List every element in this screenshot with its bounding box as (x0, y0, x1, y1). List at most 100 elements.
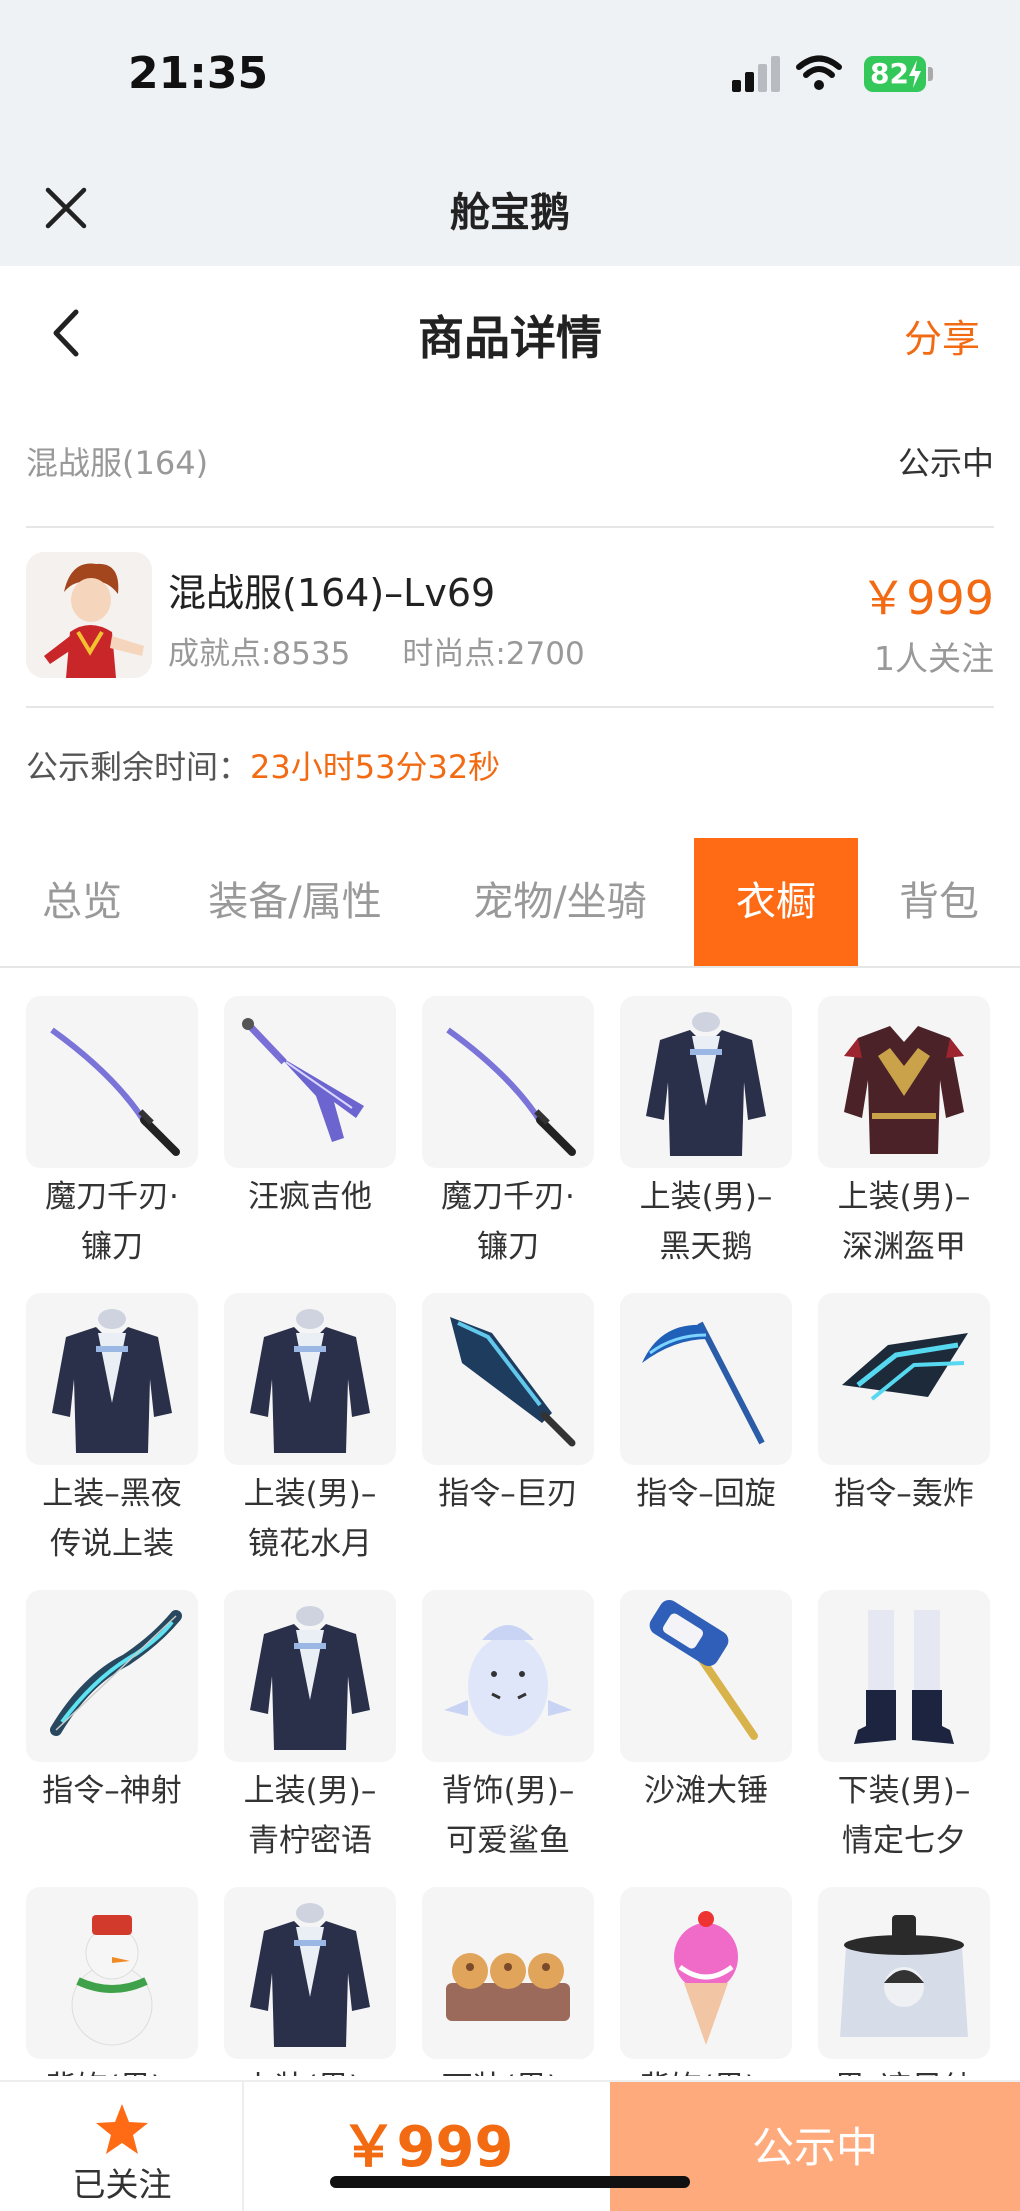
coat-icon (224, 1887, 396, 2059)
share-button[interactable]: 分享 (904, 308, 980, 363)
wardrobe-item-name: 上装(男)– (214, 2063, 406, 2076)
wardrobe-item[interactable]: 沙滩大锤 (620, 1590, 792, 1880)
divider (26, 526, 994, 528)
character-avatar (26, 552, 152, 678)
battery-tip (928, 67, 933, 81)
countdown: 公示剩余时间：23小时53分32秒 (26, 742, 500, 788)
drone-icon (818, 1293, 990, 1465)
katana-icon (422, 996, 594, 1168)
publicity-button[interactable]: 公示中 (610, 2082, 1020, 2211)
bottom-bar: 已关注 ￥999 公示中 (0, 2080, 1020, 2211)
battery-icon: 82 (864, 56, 926, 92)
fashion-points: 时尚点:2700 (402, 636, 585, 672)
wardrobe-item[interactable]: 上装(男)– 镜花水月 (224, 1293, 396, 1583)
wardrobe-item[interactable]: 指令–神射 (26, 1590, 198, 1880)
wardrobe-item-name: 上装(男)– 镜花水月 (243, 1476, 377, 1562)
product-summary[interactable]: 混战服(164)–Lv69 成就点:8535 时尚点:2700 ￥999 1人关注 (26, 552, 994, 682)
server-name: 混战服(164) (26, 444, 209, 482)
wardrobe-item-name: 魔刀千刃· 镰刀 (441, 1179, 575, 1265)
wardrobe-item-name: 上装(男)– 青柠密语 (243, 1773, 377, 1859)
bottom-price: ￥999 (340, 2115, 514, 2180)
achievement-points: 成就点:8535 (168, 636, 351, 672)
wardrobe-item[interactable]: 上装(男)– 黑天鹅 (620, 996, 792, 1286)
wardrobe-item-name: 汪疯吉他 (248, 1179, 372, 1215)
wardrobe-item[interactable]: 汪疯吉他 (224, 996, 396, 1286)
katana-icon (26, 996, 198, 1168)
wardrobe-item-name: 男–凉风纱 (808, 2063, 996, 2076)
icecream-icon (620, 1887, 792, 2059)
page-header: 商品详情 分享 (0, 266, 1020, 398)
tab-overview[interactable]: 总览 (0, 838, 164, 966)
wardrobe-item-name: 背饰(男)– 可爱鲨鱼 (441, 1773, 575, 1859)
wardrobe-item[interactable]: 下装(男)– 情定七夕 (818, 1590, 990, 1880)
wardrobe-item-name: 沙滩大锤 (644, 1773, 768, 1809)
bow-icon (26, 1590, 198, 1762)
status-time: 21:35 (128, 48, 269, 99)
blade-icon (422, 1293, 594, 1465)
wardrobe-item[interactable]: 指令–轰炸 (818, 1293, 990, 1583)
followed-label: 已关注 (72, 2165, 172, 2204)
wardrobe-item-name: 下装(男)– 情定七夕 (837, 1773, 971, 1859)
wardrobe-item-name: 指令–巨刃 (438, 1476, 578, 1512)
wardrobe-item[interactable]: 上装–黑夜 传说上装 (26, 1293, 198, 1583)
wardrobe-item[interactable]: 上装(男)– 深渊盔甲 (818, 996, 990, 1286)
divider (26, 706, 994, 708)
follow-button[interactable]: 已关注 (0, 2082, 244, 2211)
follower-count: 1人关注 (874, 639, 994, 678)
wardrobe-item-name: 背饰(男)– (610, 2063, 802, 2076)
tab-bar: 总览 装备/属性 宠物/坐骑 衣橱 背包 (0, 838, 1020, 968)
app-header: 舱宝鹅 (0, 150, 1020, 266)
status-bar: 21:35 82 (0, 0, 1020, 150)
star-icon (96, 2104, 148, 2154)
wifi-icon (796, 55, 842, 90)
wardrobe-grid: 魔刀千刃· 镰刀 汪疯吉他 魔刀千刃· 镰刀 上装(男)– 黑天鹅 上装(男)– 深渊盔甲 上装–… (26, 996, 996, 2076)
tab-bag[interactable]: 背包 (858, 838, 1020, 966)
wardrobe-item[interactable]: 背饰(男)– 可爱鲨鱼 (422, 1590, 594, 1880)
wardrobe-item-name: 指令–神射 (42, 1773, 182, 1809)
battery-level: 82 (870, 57, 909, 90)
tab-equipment[interactable]: 装备/属性 (164, 838, 426, 966)
wardrobe-item[interactable]: 背饰(男)– (620, 1887, 792, 2076)
armor-icon (818, 996, 990, 1168)
wardrobe-item-name: 上装(男)– 黑天鹅 (639, 1179, 773, 1265)
tab-pets[interactable]: 宠物/坐骑 (426, 838, 694, 966)
wardrobe-item[interactable]: 指令–回旋 (620, 1293, 792, 1583)
wardrobe-item[interactable]: 下装(男)– (422, 1887, 594, 2076)
tab-wardrobe[interactable]: 衣橱 (694, 838, 858, 966)
wardrobe-item-name: 指令–轰炸 (834, 1476, 974, 1512)
wardrobe-item-name: 魔刀千刃· 镰刀 (45, 1179, 179, 1265)
wardrobe-item[interactable]: 上装(男)– 青柠密语 (224, 1590, 396, 1880)
wardrobe-item[interactable]: 指令–巨刃 (422, 1293, 594, 1583)
product-price: ￥999 (860, 571, 994, 625)
listing-status: 公示中 (897, 444, 994, 482)
coat-icon (26, 1293, 198, 1465)
wardrobe-item[interactable]: 魔刀千刃· 镰刀 (422, 996, 594, 1286)
wardrobe-item-name: 上装(男)– 深渊盔甲 (837, 1179, 971, 1265)
wardrobe-item-name: 上装–黑夜 传说上装 (42, 1476, 182, 1562)
server-row: 混战服(164) 公示中 (26, 430, 994, 490)
wardrobe-item-name: 背饰(男)– (26, 2063, 208, 2076)
wardrobe-item[interactable]: 背饰(男)– (26, 1887, 198, 2076)
veil-hat-icon (818, 1887, 990, 2059)
countdown-label: 公示剩余时间： (26, 748, 251, 786)
hammer-icon (620, 1590, 792, 1762)
buns-icon (422, 1887, 594, 2059)
wardrobe-item-name: 下装(男)– (412, 2063, 604, 2076)
snowman-icon (26, 1887, 198, 2059)
cellular-signal-icon (732, 56, 782, 92)
wardrobe-item-name: 指令–回旋 (636, 1476, 776, 1512)
home-indicator (330, 2176, 690, 2188)
page-title: 商品详情 (418, 311, 602, 365)
coat-icon (620, 996, 792, 1168)
wardrobe-item[interactable]: 上装(男)– (224, 1887, 396, 2076)
product-stats: 成就点:8535 时尚点:2700 (168, 628, 585, 673)
wardrobe-item[interactable]: 魔刀千刃· 镰刀 (26, 996, 198, 1286)
app-title: 舱宝鹅 (450, 190, 570, 236)
guitar-icon (224, 996, 396, 1168)
boots-icon (818, 1590, 990, 1762)
coat-icon (224, 1590, 396, 1762)
coat-icon (224, 1293, 396, 1465)
product-name: 混战服(164)–Lv69 (168, 571, 496, 615)
scythe-icon (620, 1293, 792, 1465)
wardrobe-item[interactable]: 男–凉风纱 (818, 1887, 990, 2076)
